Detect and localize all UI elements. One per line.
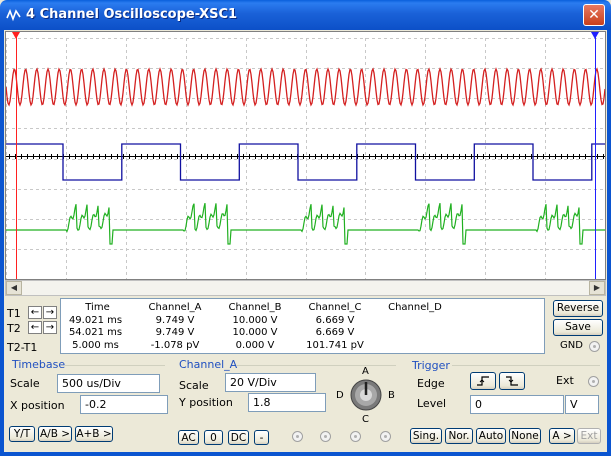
timebase-scale-field[interactable]: 500 us/Div — [57, 374, 160, 393]
ext-label: Ext — [556, 374, 574, 387]
t2-right-arrow-button[interactable]: → — [43, 321, 57, 334]
auto-trigger-button[interactable]: Auto — [476, 428, 506, 444]
delta-channel-c: 101.741 pV — [306, 340, 364, 351]
normal-trigger-button[interactable]: Nor. — [445, 428, 473, 444]
channel-a-scale-label: Scale — [179, 379, 209, 392]
t1-left-arrow-button[interactable]: ← — [28, 306, 42, 319]
gnd-radio[interactable] — [589, 341, 600, 352]
header-channel-b: Channel_B — [228, 302, 282, 313]
none-trigger-button[interactable]: None — [509, 428, 541, 444]
t1-channel-a: 9.749 V — [155, 315, 195, 326]
single-trigger-button[interactable]: Sing. — [410, 428, 442, 444]
channel-b-radio[interactable] — [320, 431, 331, 442]
trigger-divider — [452, 365, 600, 366]
y-position-field[interactable]: 1.8 — [248, 393, 326, 412]
channel-a-trace — [5, 67, 606, 107]
channel-a-radio[interactable] — [292, 431, 303, 442]
source-a-button[interactable]: A > — [549, 428, 575, 444]
channel-select-knob[interactable] — [349, 378, 383, 412]
timebase-title: Timebase — [12, 358, 66, 371]
t2-channel-a: 9.749 V — [155, 327, 195, 338]
channel-a-scale-field[interactable]: 20 V/Div — [225, 373, 316, 392]
save-button[interactable]: Save — [553, 319, 603, 336]
knob-label-d: D — [336, 390, 344, 401]
delta-channel-b: 0.000 V — [235, 340, 275, 351]
t2-channel-b: 10.000 V — [232, 327, 278, 338]
t1-right-arrow-button[interactable]: → — [43, 306, 57, 319]
reverse-button[interactable]: Reverse — [553, 300, 603, 317]
close-button[interactable]: ✕ — [583, 4, 605, 26]
trigger-title: Trigger — [412, 359, 450, 372]
level-label: Level — [417, 397, 447, 410]
channel-c-trace — [6, 202, 605, 245]
horizontal-scrollbar[interactable]: ◀ ▶ — [5, 280, 606, 296]
a-plus-b-mode-button[interactable]: A+B > — [75, 426, 113, 442]
timebase-divider — [65, 365, 165, 366]
invert-button[interactable]: - — [254, 430, 269, 445]
t1-channel-c: 6.669 V — [315, 315, 355, 326]
channel-a-title: Channel_A — [179, 358, 238, 371]
ext-trigger-radio[interactable] — [588, 376, 599, 387]
t2-time: 54.021 ms — [68, 327, 123, 338]
t2-channel-c: 6.669 V — [315, 327, 355, 338]
yt-mode-button[interactable]: Y/T — [9, 426, 35, 442]
x-position-label: X position — [10, 399, 65, 412]
header-channel-d: Channel_D — [388, 302, 442, 313]
rising-edge-icon — [477, 376, 489, 386]
scroll-right-button[interactable]: ▶ — [589, 281, 605, 295]
oscilloscope-app-icon — [6, 8, 21, 22]
header-channel-c: Channel_C — [308, 302, 362, 313]
dc-coupling-button[interactable]: DC — [228, 430, 249, 445]
source-ext-button[interactable]: Ext — [577, 428, 601, 444]
falling-edge-button[interactable] — [499, 372, 525, 390]
zero-coupling-button[interactable]: 0 — [204, 430, 223, 445]
window-frame-right — [607, 30, 611, 456]
scroll-left-button[interactable]: ◀ — [6, 281, 22, 295]
channel-a-divider — [236, 365, 396, 366]
t2-label: T2 — [7, 322, 21, 335]
scope-display[interactable] — [5, 31, 606, 280]
scope-graph — [5, 32, 606, 280]
timebase-scale-label: Scale — [10, 377, 40, 390]
window-title: 4 Channel Oscilloscope-XSC1 — [26, 7, 238, 22]
header-time: Time — [85, 302, 110, 313]
rising-edge-button[interactable] — [470, 372, 496, 390]
falling-edge-icon — [506, 376, 518, 386]
gnd-label: GND — [560, 340, 583, 351]
t1-time: 49.021 ms — [68, 315, 123, 326]
channel-b-trace — [6, 143, 605, 181]
level-field[interactable]: 0 — [470, 395, 564, 414]
t2-left-arrow-button[interactable]: ← — [28, 321, 42, 334]
channel-d-radio[interactable] — [380, 431, 391, 442]
t2-t1-label: T2-T1 — [7, 341, 38, 354]
edge-label: Edge — [417, 377, 445, 390]
t1-channel-b: 10.000 V — [232, 315, 278, 326]
knob-label-b: B — [388, 390, 395, 401]
knob-label-c: C — [362, 414, 369, 425]
delta-channel-a: -1.078 pV — [150, 340, 200, 351]
header-channel-a: Channel_A — [148, 302, 202, 313]
t1-label: T1 — [7, 307, 21, 320]
y-position-label: Y position — [179, 396, 233, 409]
ac-coupling-button[interactable]: AC — [178, 430, 199, 445]
window-frame-bottom — [0, 452, 611, 456]
window-frame-left — [0, 30, 4, 456]
channel-c-radio[interactable] — [350, 431, 361, 442]
ab-mode-button[interactable]: A/B > — [38, 426, 72, 442]
knob-label-a: A — [362, 366, 369, 377]
x-position-field[interactable]: -0.2 — [80, 395, 168, 414]
level-unit-field[interactable]: V — [565, 395, 599, 414]
delta-time: 5.000 ms — [72, 340, 119, 351]
measurement-readout: Time Channel_A Channel_B Channel_C Chann… — [60, 298, 545, 354]
